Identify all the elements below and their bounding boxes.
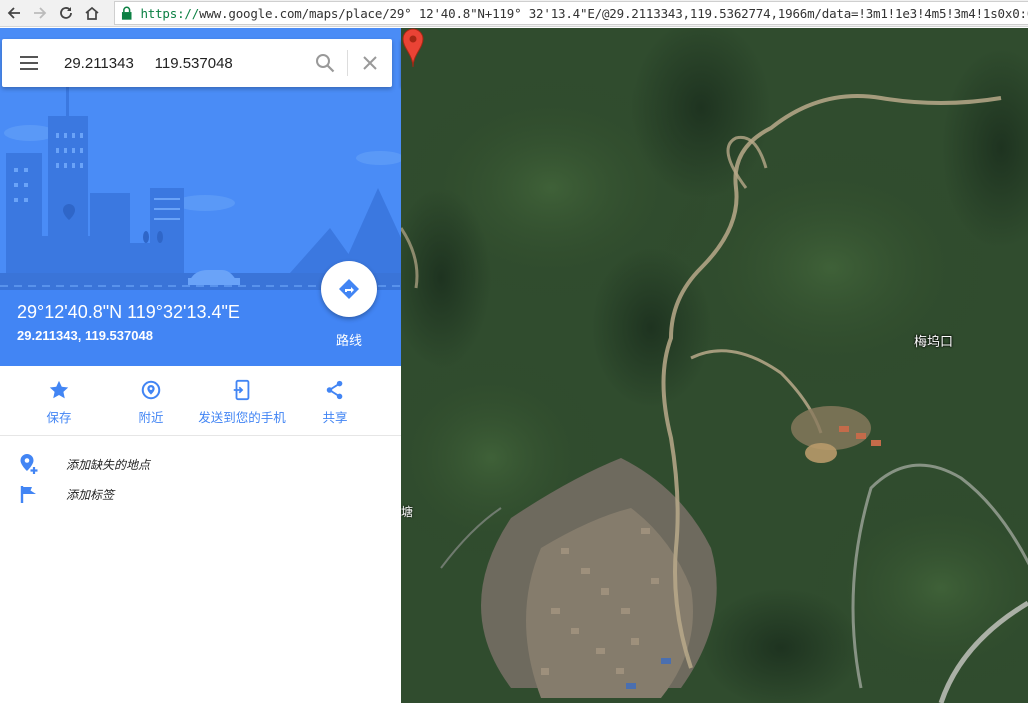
place-title: 29°12'40.8"N 119°32'13.4"E (17, 302, 240, 322)
clear-search-button[interactable] (348, 39, 392, 87)
star-icon (49, 380, 69, 399)
directions-icon (339, 279, 359, 299)
search-button[interactable] (303, 39, 347, 87)
map-place-label[interactable]: 梅坞口 (914, 331, 953, 350)
url-path: www.google.com/maps/place/29° 12'40.8"N+… (199, 5, 1028, 21)
save-button[interactable]: 保存 (28, 378, 90, 426)
save-label: 保存 (46, 410, 72, 425)
location-pin-icon[interactable] (401, 28, 425, 68)
forward-arrow-icon (34, 7, 47, 19)
hamburger-menu-icon (20, 56, 38, 70)
browser-toolbar: https://www.google.com/maps/place/29° 12… (0, 0, 1028, 27)
reload-button[interactable] (54, 1, 78, 25)
send-to-phone-button[interactable]: 发送到您的手机 (196, 378, 288, 426)
flag-icon (20, 486, 36, 503)
nearby-button[interactable]: 附近 (120, 378, 182, 426)
side-panel: 29.211343 119.537048 29°12'40.8"N 119°32… (0, 28, 401, 703)
satellite-map[interactable]: 梅坞口 塘 (401, 28, 1028, 703)
add-label-link[interactable]: 添加标签 (0, 479, 401, 509)
satellite-imagery (401, 28, 1028, 703)
place-actions: 保存 附近 发送到您的手机 共享 (0, 366, 401, 436)
search-input[interactable]: 29.211343 119.537048 (56, 55, 303, 72)
nearby-label: 附近 (138, 410, 164, 425)
nearby-icon (141, 380, 161, 400)
home-icon (85, 6, 99, 20)
address-bar[interactable]: https://www.google.com/maps/place/29° 12… (114, 1, 1028, 25)
directions-label: 路线 (335, 334, 362, 349)
search-box[interactable]: 29.211343 119.537048 (2, 39, 392, 87)
reload-icon (60, 7, 72, 19)
url-protocol: https:// (140, 5, 200, 21)
back-button[interactable] (2, 1, 26, 25)
directions-button[interactable] (321, 261, 377, 317)
share-label: 共享 (322, 410, 348, 425)
send-to-phone-icon (233, 379, 250, 401)
back-arrow-icon (7, 7, 20, 19)
search-icon (316, 54, 335, 73)
map-edge-label: 塘 (401, 505, 414, 519)
add-place-icon (20, 454, 38, 474)
add-missing-place-link[interactable]: 添加缺失的地点 (0, 449, 401, 479)
add-label-label: 添加标签 (66, 487, 115, 502)
add-missing-place-label: 添加缺失的地点 (66, 457, 151, 472)
lock-icon (121, 6, 132, 20)
menu-button[interactable] (2, 39, 56, 87)
share-button[interactable]: 共享 (304, 378, 366, 426)
place-header: 29.211343 119.537048 29°12'40.8"N 119°32… (0, 28, 401, 366)
forward-button[interactable] (28, 1, 52, 25)
share-icon (326, 380, 343, 400)
close-icon (363, 56, 377, 70)
place-coordinates: 29.211343, 119.537048 (17, 328, 153, 343)
home-button[interactable] (80, 1, 104, 25)
send-to-phone-label: 发送到您的手机 (198, 410, 286, 425)
url-text: https://www.google.com/maps/place/29° 12… (140, 6, 1028, 21)
